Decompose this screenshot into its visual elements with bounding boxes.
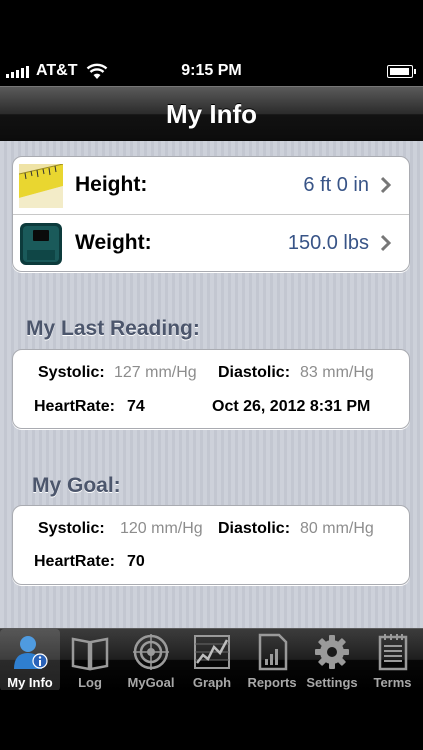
- notepad-icon: [378, 634, 407, 671]
- heartrate-label: HeartRate:: [34, 398, 115, 415]
- tab-label: Settings: [306, 675, 358, 690]
- weight-value: 150.0 lbs: [287, 232, 369, 254]
- reading-timestamp: Oct 26, 2012 8:31 PM: [212, 398, 371, 415]
- chevron-right-icon: [380, 176, 392, 194]
- goal-diastolic-label: Diastolic:: [218, 520, 291, 537]
- weight-row[interactable]: Weight: 150.0 lbs: [13, 214, 409, 272]
- tab-settings[interactable]: Settings: [302, 629, 362, 691]
- target-icon: [133, 634, 169, 670]
- heartrate-value: 74: [127, 398, 145, 415]
- chevron-right-icon: [380, 234, 392, 252]
- goal-card: Systolic: 120 mm/Hg Diastolic: 80 mm/Hg …: [12, 505, 410, 585]
- graph-icon: [194, 635, 230, 669]
- tab-label: Terms: [373, 675, 412, 690]
- goal-heartrate-label: HeartRate:: [34, 553, 115, 570]
- profile-card: Height: 6 ft 0 in Weight: 150.0 lbs: [12, 156, 410, 272]
- tab-label: Log: [78, 675, 102, 690]
- main-content: Height: 6 ft 0 in Weight: 150.0 lbs My L…: [0, 141, 423, 628]
- tab-graph[interactable]: Graph: [182, 629, 242, 691]
- tab-bar: My Info Log MyGoal Graph Reports Setting…: [0, 628, 423, 691]
- tab-mygoal[interactable]: MyGoal: [120, 629, 182, 691]
- diastolic-value: 83 mm/Hg: [300, 364, 374, 381]
- tab-reports[interactable]: Reports: [242, 629, 302, 691]
- tab-label: Graph: [192, 675, 232, 690]
- tab-terms[interactable]: Terms: [362, 629, 423, 691]
- scale-icon: [20, 223, 62, 265]
- weight-label: Weight:: [75, 231, 152, 254]
- status-time: 9:15 PM: [181, 62, 242, 79]
- book-icon: [71, 637, 109, 671]
- bottom-bezel: [0, 690, 423, 750]
- tab-log[interactable]: Log: [60, 629, 120, 691]
- goal-systolic-label: Systolic:: [38, 520, 105, 537]
- tab-label: My Info: [7, 675, 53, 690]
- goal-systolic-value: 120 mm/Hg: [120, 520, 203, 537]
- tab-label: MyGoal: [127, 675, 175, 690]
- person-info-icon: [14, 636, 48, 669]
- systolic-value: 127 mm/Hg: [114, 364, 197, 381]
- systolic-label: Systolic:: [38, 364, 105, 381]
- navigation-bar: My Info: [0, 86, 423, 141]
- height-label: Height:: [75, 173, 148, 196]
- tab-my-info[interactable]: My Info: [0, 629, 60, 691]
- goal-title: My Goal:: [32, 474, 121, 497]
- report-icon: [258, 633, 288, 671]
- page-title: My Info: [166, 99, 257, 129]
- height-row[interactable]: Height: 6 ft 0 in: [13, 157, 409, 214]
- goal-heartrate-value: 70: [127, 553, 145, 570]
- height-value: 6 ft 0 in: [303, 174, 369, 196]
- tab-label: Reports: [247, 675, 297, 690]
- tape-measure-icon: [19, 164, 63, 208]
- diastolic-label: Diastolic:: [218, 364, 291, 381]
- gear-icon: [315, 635, 349, 669]
- last-reading-title: My Last Reading:: [26, 317, 200, 340]
- battery-icon: [387, 65, 416, 78]
- goal-diastolic-value: 80 mm/Hg: [300, 520, 374, 537]
- status-bar: AT&T 9:15 PM: [0, 56, 423, 86]
- last-reading-card: Systolic: 127 mm/Hg Diastolic: 83 mm/Hg …: [12, 349, 410, 429]
